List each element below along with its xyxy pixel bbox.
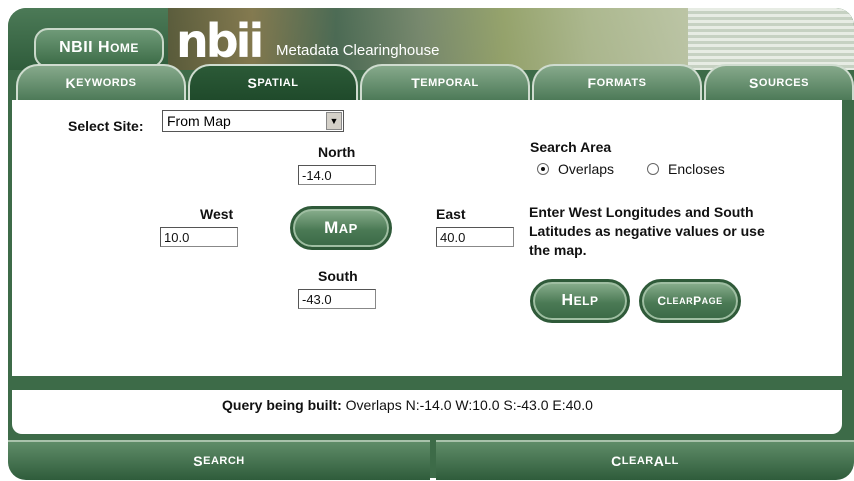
clear-all-mid: LEAR [621, 455, 654, 467]
help-button-first: H [561, 292, 574, 309]
north-label: North [318, 144, 356, 160]
chevron-down-icon[interactable]: ▼ [326, 112, 342, 130]
tab-temporal-first: T [411, 75, 421, 91]
search-area-label: Search Area [530, 139, 612, 155]
instructions-text: Enter West Longitudes and South Latitude… [529, 204, 765, 258]
clear-all-a: A [653, 453, 665, 469]
tab-keywords-rest: EYWORDS [76, 77, 137, 89]
tab-spatial-first: S [247, 75, 258, 91]
tab-sources[interactable]: S OURCES [704, 64, 854, 100]
home-button-label-rest: OME [110, 41, 139, 55]
tab-formats-rest: ORMATS [596, 77, 647, 89]
clear-page-mid: LEAR [666, 296, 694, 306]
tab-temporal-rest: EMPORAL [420, 77, 479, 89]
header-stripes [688, 8, 854, 70]
overlaps-radio[interactable] [537, 163, 549, 175]
clear-all-c: C [611, 453, 622, 469]
home-button-label-first: NBII H [59, 39, 111, 56]
east-input[interactable]: 40.0 [436, 227, 514, 247]
nbii-home-button[interactable]: NBII H OME [34, 28, 164, 68]
south-label: South [318, 268, 358, 284]
north-input[interactable]: -14.0 [298, 165, 376, 185]
tab-spatial-rest: PATIAL [257, 77, 299, 89]
overlaps-label: Overlaps [558, 161, 615, 177]
east-label: East [436, 206, 466, 222]
select-site-value: From Map [167, 113, 231, 129]
map-button-rest: AP [338, 220, 358, 236]
header-banner: NBII H OME nbii Metadata Clearinghouse [8, 8, 854, 70]
tab-temporal[interactable]: T EMPORAL [360, 64, 530, 100]
help-button[interactable]: H ELP [530, 279, 630, 323]
search-button[interactable]: S EARCH [8, 440, 430, 480]
tab-formats-first: F [587, 75, 597, 91]
map-button-first: M [324, 218, 339, 237]
search-rest: EARCH [203, 455, 245, 467]
encloses-radio[interactable] [647, 163, 659, 175]
tab-bar: K EYWORDS S PATIAL T EMPORAL F ORMATS S OURCE… [8, 64, 854, 100]
clear-page-p: P [693, 294, 702, 308]
clear-page-c: C [657, 294, 667, 308]
search-first: S [193, 453, 204, 469]
query-divider [8, 376, 854, 390]
west-input[interactable]: 10.0 [160, 227, 238, 247]
nbii-logo: nbii [176, 14, 264, 68]
header-subtitle: Metadata Clearinghouse [276, 42, 440, 59]
tab-sources-rest: OURCES [758, 77, 809, 89]
clear-all-rest: LL [664, 455, 679, 467]
map-button[interactable]: M AP [290, 206, 392, 250]
clear-page-rest: AGE [701, 296, 723, 306]
tab-formats[interactable]: F ORMATS [532, 64, 702, 100]
select-site-label: Select Site: [68, 118, 144, 134]
tab-keywords-first: K [65, 75, 77, 91]
west-label: West [200, 206, 234, 222]
query-value: Overlaps N:-14.0 W:10.0 S:-43.0 E:40.0 [345, 397, 593, 413]
tab-keywords[interactable]: K EYWORDS [16, 64, 186, 100]
help-button-rest: ELP [573, 294, 599, 308]
query-text: Query being built: Overlaps N:-14.0 W:10… [222, 397, 593, 413]
clear-page-button[interactable]: C LEAR P AGE [639, 279, 741, 323]
encloses-label: Encloses [668, 161, 725, 177]
select-site-dropdown[interactable]: From Map ▼ [162, 110, 344, 132]
clear-all-button[interactable]: C LEAR A LL [436, 440, 854, 480]
query-label: Query being built: [222, 397, 342, 413]
tab-sources-first: S [749, 75, 759, 91]
south-input[interactable]: -43.0 [298, 289, 376, 309]
tab-spatial[interactable]: S PATIAL [188, 64, 358, 100]
